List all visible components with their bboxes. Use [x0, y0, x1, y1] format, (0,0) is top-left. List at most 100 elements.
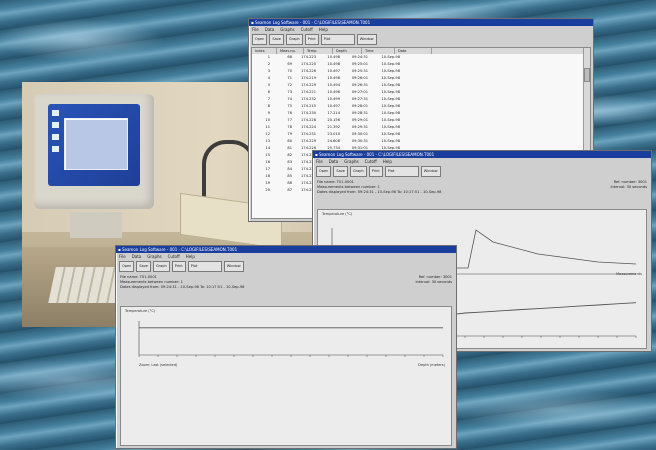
menu-data[interactable]: Data	[265, 26, 275, 33]
table-cell: 09:28:01	[351, 104, 368, 108]
table-cell: 10-Sep-98	[381, 139, 400, 143]
menu-graphs[interactable]: Graphs	[147, 253, 161, 260]
menu-data[interactable]: Data	[132, 253, 142, 260]
table-cell: 174.229	[301, 83, 316, 87]
menu-cutoff[interactable]: Cutoff	[365, 158, 377, 165]
open-button[interactable]: Open	[316, 166, 332, 177]
window-button[interactable]: Window	[420, 166, 441, 177]
table-cell: 10.497	[327, 104, 340, 108]
menu-file[interactable]: File	[252, 26, 259, 33]
window-title: ▪ Seamon Log Software - 001 - C:\LOGIFIL…	[118, 247, 238, 252]
table-cell: 09:27:31	[351, 97, 368, 101]
menu-cutoff[interactable]: Cutoff	[301, 26, 313, 33]
table-cell: 4	[267, 76, 270, 80]
graph-button[interactable]: Graph	[285, 34, 303, 45]
table-cell: 81	[287, 146, 292, 150]
table-row[interactable]: 6 73 174.221 10.496 09:27:01 10-Sep-98	[252, 89, 590, 96]
plot-area-bottom[interactable]: Temperature (°C) Zoom: Last (selected) D…	[120, 306, 452, 446]
graph-window-titlebar[interactable]: ▪ Seamon Log Software - 001 - C:\LOGIFIL…	[313, 151, 651, 158]
menu-graphs[interactable]: Graphs	[344, 158, 358, 165]
save-button[interactable]: Save	[333, 166, 348, 177]
window-title: ▪ Seamon Log Software - 001 - C:\LOGIFIL…	[315, 152, 435, 157]
table-cell: 20	[265, 188, 270, 192]
file-info-panel: File name: T01-0001 Ref. number: 3001 Mea…	[313, 179, 651, 196]
table-cell: 10.494	[327, 83, 340, 87]
table-cell: 10	[265, 118, 270, 122]
window-button[interactable]: Window	[223, 261, 244, 272]
table-row[interactable]: 10 77 174.228 20.156 09:29:01 10-Sep-98	[252, 117, 590, 124]
table-cell: 17	[265, 167, 270, 171]
table-row[interactable]: 9 76 174.230 17.214 09:28:31 10-Sep-98	[252, 110, 590, 117]
monitor-screen	[48, 104, 140, 186]
table-cell: 09:25:01	[351, 62, 368, 66]
table-cell: 174.223	[301, 55, 316, 59]
print-button[interactable]: Print	[368, 166, 383, 177]
table-cell: 80	[287, 139, 292, 143]
table-cell: 10-Sep-98	[381, 55, 400, 59]
table-row[interactable]: 12 79 174.231 23.010 09:30:01 10-Sep-98	[252, 131, 590, 138]
table-cell: 09:30:31	[351, 139, 368, 143]
table-cell: 77	[287, 118, 292, 122]
plot-button[interactable]: Plot	[187, 261, 222, 272]
desktop-icon	[52, 134, 59, 140]
graph-window-bottom[interactable]: ▪ Seamon Log Software - 001 - C:\LOGIFIL…	[115, 245, 457, 449]
table-row[interactable]: 3 70 174.226 10.497 09:25:31 10-Sep-98	[252, 68, 590, 75]
table-row[interactable]: 5 72 174.229 10.494 09:26:31 10-Sep-98	[252, 82, 590, 89]
plot-button[interactable]: Plot	[320, 34, 355, 45]
menu-graphs[interactable]: Graphs	[280, 26, 294, 33]
table-cell: 10.499	[327, 97, 340, 101]
toolbar: Open Save Graph Print Plot Window	[249, 33, 593, 47]
table-cell: 74	[287, 97, 292, 101]
menu-data[interactable]: Data	[329, 158, 339, 165]
desktop-icon	[52, 146, 59, 152]
table-cell: 10.498	[327, 76, 340, 80]
table-row[interactable]: 7 74 174.232 10.499 09:27:31 10-Sep-98	[252, 96, 590, 103]
table-row[interactable]: 13 80 174.229 24.608 09:30:31 10-Sep-98	[252, 138, 590, 145]
table-cell: 09:28:31	[351, 111, 368, 115]
window-button[interactable]: Window	[356, 34, 377, 45]
scroll-thumb[interactable]	[584, 68, 590, 82]
save-button[interactable]: Save	[269, 34, 284, 45]
table-cell: 174.226	[301, 69, 316, 73]
table-cell: 10-Sep-98	[381, 125, 400, 129]
open-button[interactable]: Open	[119, 261, 135, 272]
table-cell: 78	[287, 125, 292, 129]
menu-help[interactable]: Help	[383, 158, 392, 165]
date-range: Dates displayed from: 09:24:31 - 10-Sep-…	[120, 285, 245, 289]
table-cell: 09:29:01	[351, 118, 368, 122]
table-row[interactable]: 11 78 174.224 21.392 09:29:31 10-Sep-98	[252, 124, 590, 131]
plot-button[interactable]: Plot	[384, 166, 419, 177]
open-button[interactable]: Open	[252, 34, 268, 45]
graph-button[interactable]: Graph	[152, 261, 170, 272]
save-button[interactable]: Save	[136, 261, 151, 272]
table-cell: 8	[267, 104, 270, 108]
menu-help[interactable]: Help	[319, 26, 328, 33]
graph-window-titlebar[interactable]: ▪ Seamon Log Software - 001 - C:\LOGIFIL…	[116, 246, 456, 253]
menu-file[interactable]: File	[316, 158, 323, 165]
table-cell: 79	[287, 132, 292, 136]
table-row[interactable]: 8 75 174.215 10.497 09:28:01 10-Sep-98	[252, 103, 590, 110]
table-cell: 85	[287, 174, 292, 178]
menu-bar: File Data Graphs Cutoff Help	[249, 26, 593, 33]
table-row[interactable]: 2 69 174.220 10.498 09:25:01 10-Sep-98	[252, 61, 590, 68]
table-row[interactable]: 1 68 174.223 10.498 09:24:31 10-Sep-98	[252, 54, 590, 61]
table-cell: 9	[267, 111, 270, 115]
table-row[interactable]: 4 71 174.219 10.498 09:26:01 10-Sep-98	[252, 75, 590, 82]
menu-file[interactable]: File	[119, 253, 126, 260]
table-cell: 10-Sep-98	[381, 69, 400, 73]
toolbar: Open Save Graph Print Plot Window	[116, 260, 456, 274]
menu-help[interactable]: Help	[186, 253, 195, 260]
table-cell: 09:25:31	[351, 69, 368, 73]
print-button[interactable]: Print	[171, 261, 186, 272]
print-button[interactable]: Print	[304, 34, 319, 45]
table-cell: 174.228	[301, 118, 316, 122]
table-cell: 13	[265, 139, 270, 143]
graph-button[interactable]: Graph	[349, 166, 367, 177]
table-window-titlebar[interactable]: ▪ Seamon Log Software - 001 - C:\LOGIFIL…	[249, 19, 593, 26]
table-cell: 09:26:01	[351, 76, 368, 80]
screen-window	[64, 118, 128, 170]
crt-monitor	[34, 94, 154, 209]
menu-cutoff[interactable]: Cutoff	[168, 253, 180, 260]
table-cell: 10-Sep-98	[381, 132, 400, 136]
menu-bar: File Data Graphs Cutoff Help	[313, 158, 651, 165]
